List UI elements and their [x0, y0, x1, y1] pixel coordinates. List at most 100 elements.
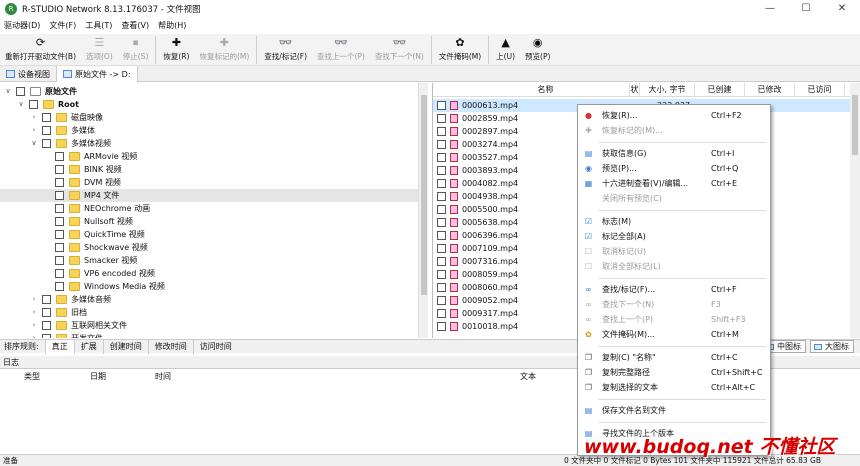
tree-node[interactable]: ∨ 原始文件: [0, 85, 418, 98]
tree-checkbox[interactable]: [16, 87, 25, 96]
context-menu-item[interactable]: ∞ 查找下一个(N) F3: [578, 298, 770, 312]
file-checkbox[interactable]: [437, 218, 446, 227]
tree-expander-icon[interactable]: ›: [30, 293, 38, 306]
context-menu-item[interactable]: ✿ 文件掩码(M)... Ctrl+M: [578, 328, 770, 342]
sort-button-4[interactable]: 访问时间: [192, 339, 238, 354]
tree-checkbox[interactable]: [55, 191, 64, 200]
tree-checkbox[interactable]: [42, 139, 51, 148]
sort-button-0[interactable]: 真正: [44, 339, 74, 354]
file-checkbox[interactable]: [437, 244, 446, 253]
toolbar-button-10[interactable]: ◉ 预览(P): [520, 34, 555, 66]
tree-node[interactable]: DVM 视频: [0, 176, 418, 189]
file-column-header[interactable]: 大小, 字节: [640, 83, 695, 97]
file-checkbox[interactable]: [437, 322, 446, 331]
tree-expander-icon[interactable]: ∨: [30, 137, 38, 150]
context-menu-item[interactable]: ☐ 取消全部标记(L): [578, 260, 770, 274]
tree-checkbox[interactable]: [42, 321, 51, 330]
tree-checkbox[interactable]: [55, 204, 64, 213]
tree-checkbox[interactable]: [55, 165, 64, 174]
file-column-header[interactable]: 已访问: [795, 83, 845, 97]
context-menu-item[interactable]: ☑ 标志(M): [578, 215, 770, 229]
toolbar-button-3[interactable]: ✚ 恢复(R): [158, 34, 194, 66]
file-checkbox[interactable]: [437, 127, 446, 136]
toolbar-button-5[interactable]: 👓 查找/标记(F): [259, 34, 312, 66]
tree-expander-icon[interactable]: ›: [30, 306, 38, 319]
tree-checkbox[interactable]: [42, 334, 51, 338]
file-column-header[interactable]: 状: [630, 83, 640, 97]
context-menu-item[interactable]: ❐ 复制(C) "名称" Ctrl+C: [578, 351, 770, 365]
tree-node[interactable]: › 旧档: [0, 306, 418, 319]
file-column-header[interactable]: 已修改: [745, 83, 795, 97]
tree-checkbox[interactable]: [55, 282, 64, 291]
sort-button-3[interactable]: 修改时间: [147, 339, 193, 354]
scrollbar-thumb[interactable]: [421, 95, 427, 295]
tree-checkbox[interactable]: [42, 113, 51, 122]
tree-node[interactable]: ∨ 多媒体视频: [0, 137, 418, 150]
tab-1[interactable]: 原始文件 -> D:: [57, 66, 138, 82]
large-icons-button[interactable]: 大图标: [810, 340, 854, 353]
file-column-header[interactable]: 已创建: [695, 83, 745, 97]
toolbar-button-2[interactable]: ⏹ 停止(S): [118, 34, 154, 66]
menu-item-1[interactable]: 文件(F): [49, 20, 76, 31]
tree-checkbox[interactable]: [55, 269, 64, 278]
sort-button-1[interactable]: 扩展: [73, 339, 103, 354]
maximize-button[interactable]: ☐: [788, 0, 824, 18]
file-checkbox[interactable]: [437, 179, 446, 188]
file-checkbox[interactable]: [437, 309, 446, 318]
context-menu-item[interactable]: ◉ 预览(P)... Ctrl+Q: [578, 162, 770, 176]
tree-node[interactable]: ARMovie 视频: [0, 150, 418, 163]
file-checkbox[interactable]: [437, 140, 446, 149]
tree-node[interactable]: › 磁盘映像: [0, 111, 418, 124]
tree-checkbox[interactable]: [55, 230, 64, 239]
tree-node[interactable]: BINK 视频: [0, 163, 418, 176]
scrollbar-thumb[interactable]: [852, 95, 858, 155]
log-col-time[interactable]: 时间: [155, 371, 171, 382]
file-checkbox[interactable]: [437, 114, 446, 123]
tree-node[interactable]: › 开发文件: [0, 332, 418, 338]
toolbar-button-7[interactable]: 👓 查找下一个(N): [370, 34, 429, 66]
toolbar-button-6[interactable]: 👓 查找上一个(P): [312, 34, 370, 66]
tree-expander-icon[interactable]: ›: [30, 111, 38, 124]
file-checkbox[interactable]: [437, 270, 446, 279]
menu-item-3[interactable]: 查看(V): [121, 20, 149, 31]
context-menu-item[interactable]: ❐ 复制完整路径 Ctrl+Shift+C: [578, 366, 770, 380]
menu-item-4[interactable]: 帮助(H): [158, 20, 186, 31]
tree-expander-icon[interactable]: ›: [30, 124, 38, 137]
tree-checkbox[interactable]: [55, 152, 64, 161]
tree-checkbox[interactable]: [42, 308, 51, 317]
tree-node[interactable]: Smacker 视频: [0, 254, 418, 267]
file-checkbox[interactable]: [437, 231, 446, 240]
close-button[interactable]: ✕: [824, 0, 860, 18]
file-column-header[interactable]: 名称: [462, 83, 630, 97]
menu-item-2[interactable]: 工具(T): [85, 20, 112, 31]
tree-checkbox[interactable]: [55, 217, 64, 226]
file-checkbox[interactable]: [437, 192, 446, 201]
tree-node[interactable]: › 多媒体音频: [0, 293, 418, 306]
tab-0[interactable]: 设备视图: [0, 66, 57, 82]
context-menu-item[interactable]: ∞ 查找/标记(F)... Ctrl+F: [578, 283, 770, 297]
log-col-type[interactable]: 类型: [24, 371, 40, 382]
tree-expander-icon[interactable]: ›: [30, 332, 38, 338]
tree-checkbox[interactable]: [55, 243, 64, 252]
tree-expander-icon[interactable]: ∨: [4, 85, 12, 98]
toolbar-button-0[interactable]: ⟳ 重新打开驱动文件(B): [0, 34, 81, 66]
file-checkbox[interactable]: [437, 257, 446, 266]
context-menu-item[interactable]: ● 恢复(R)... Ctrl+F2: [578, 109, 770, 123]
tree-checkbox[interactable]: [42, 126, 51, 135]
context-menu-item[interactable]: ☑ 标记全部(A): [578, 230, 770, 244]
tree-node[interactable]: Shockwave 视频: [0, 241, 418, 254]
context-menu-item[interactable]: ❐ 复制选择的文本 Ctrl+Alt+C: [578, 381, 770, 395]
minimize-button[interactable]: —: [752, 0, 788, 18]
log-col-text[interactable]: 文本: [520, 371, 536, 382]
tree-node[interactable]: MP4 文件: [0, 189, 418, 202]
context-menu-item[interactable]: ✚ 恢复标记的(M)...: [578, 124, 770, 138]
toolbar-button-8[interactable]: ✿ 文件掩码(M): [434, 34, 486, 66]
tree-node[interactable]: Nullsoft 视频: [0, 215, 418, 228]
context-menu-item[interactable]: ☐ 取消标记(U): [578, 245, 770, 259]
tree-node[interactable]: VP6 encoded 视频: [0, 267, 418, 280]
tree-checkbox[interactable]: [42, 295, 51, 304]
tree-scrollbar[interactable]: [418, 83, 428, 338]
file-checkbox[interactable]: [437, 153, 446, 162]
context-menu-item[interactable]: ∞ 查找上一个(P) Shift+F3: [578, 313, 770, 327]
menu-item-0[interactable]: 驱动器(D): [4, 20, 40, 31]
